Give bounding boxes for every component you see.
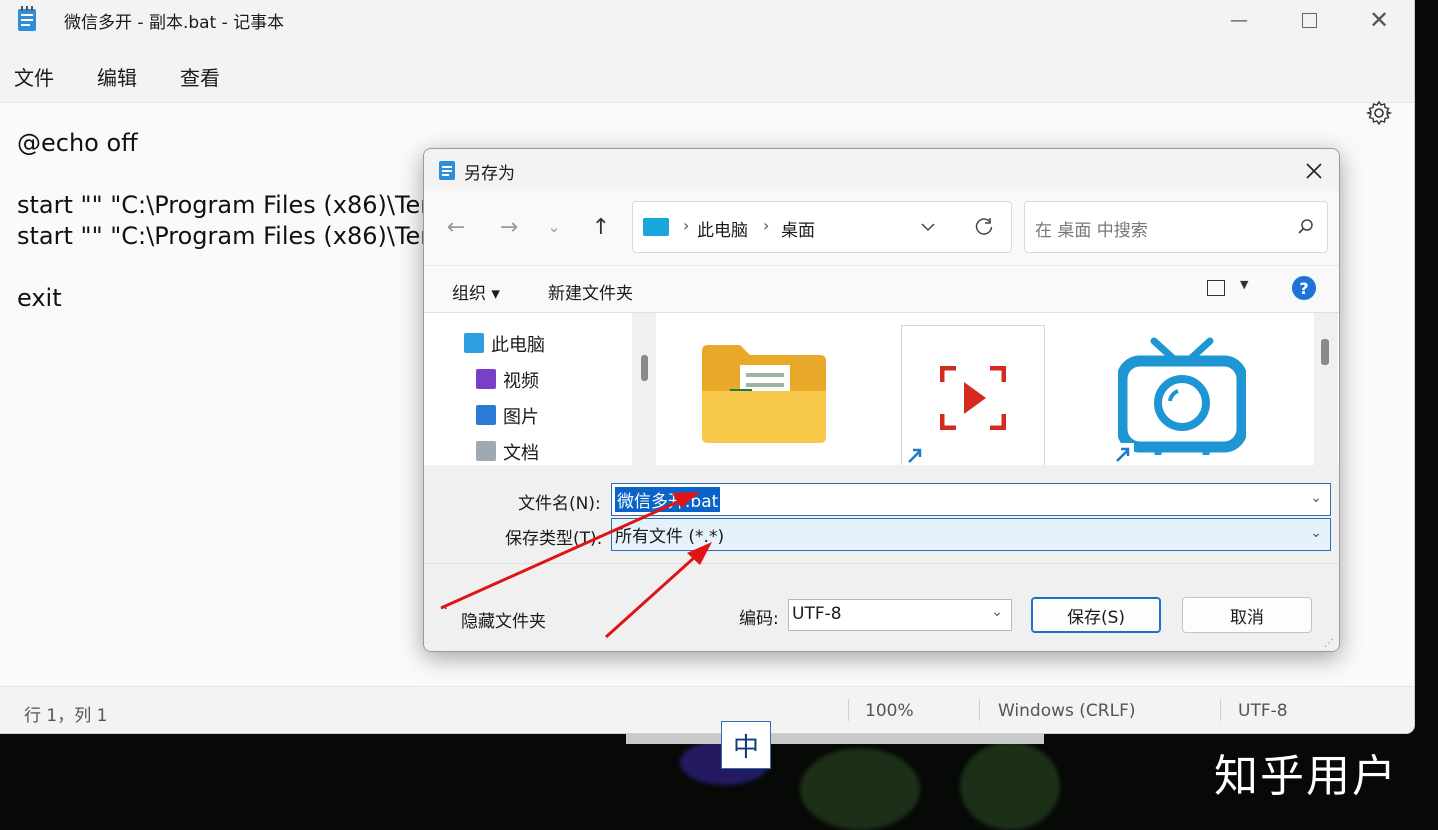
maximize-button[interactable] <box>1274 0 1344 40</box>
menu-edit[interactable]: 编辑 <box>97 62 137 91</box>
status-divider <box>848 699 849 721</box>
minimize-button[interactable]: — <box>1204 0 1274 40</box>
dialog-titlebar[interactable]: 另存为 <box>424 149 1339 191</box>
filename-value: 微信多开.bat <box>615 487 721 512</box>
navigation-bar: ← → ⌄ ↑ › 此电脑 › 桌面 在 桌面 中搜索 <box>424 191 1339 265</box>
background-window-strip <box>626 733 1044 744</box>
settings-gear-icon[interactable] <box>1366 100 1392 126</box>
address-bar[interactable]: › 此电脑 › 桌面 <box>632 201 1012 253</box>
save-as-dialog: 另存为 ← → ⌄ ↑ › 此电脑 › 桌面 在 桌面 中搜索 组织 ▾ 新建文… <box>423 148 1340 652</box>
chevron-down-icon[interactable]: ⌄ <box>1310 525 1322 541</box>
filetype-label: 保存类型(T): <box>505 529 603 549</box>
status-encoding: UTF-8 <box>1238 701 1288 721</box>
encoding-select[interactable]: UTF-8 ⌄ <box>788 599 1012 631</box>
file-fields: 文件名(N): 微信多开.bat ⌄ 保存类型(T): 所有文件 (*.*) ⌄ <box>424 465 1339 563</box>
encoding-label: 编码: <box>739 609 779 629</box>
dropdown-chevron-icon[interactable] <box>919 218 937 236</box>
file-browser: 此电脑 视频 图片 文档 X <box>424 312 1339 467</box>
new-folder-button[interactable]: 新建文件夹 <box>548 279 633 304</box>
resize-grip-icon[interactable]: ⋰ <box>1324 638 1334 649</box>
wallpaper-leaf <box>960 742 1060 830</box>
dialog-title: 另存为 <box>464 164 515 184</box>
filetype-select[interactable]: 所有文件 (*.*) ⌄ <box>611 518 1331 551</box>
organize-menu[interactable]: 组织 ▾ <box>452 279 500 304</box>
breadcrumb-chevron-icon: › <box>763 216 770 235</box>
close-icon: ✕ <box>1368 6 1390 34</box>
this-pc-icon <box>643 218 669 236</box>
filename-label: 文件名(N): <box>518 494 601 514</box>
filetype-value: 所有文件 (*.*) <box>615 527 725 547</box>
screen-record-play-icon <box>940 366 1006 430</box>
tree-item-this-pc[interactable]: 此电脑 <box>491 331 545 357</box>
back-arrow-icon[interactable]: ← <box>442 213 470 241</box>
status-divider <box>979 699 980 721</box>
search-icon[interactable] <box>1297 218 1315 236</box>
menu-view[interactable]: 查看 <box>180 62 220 91</box>
notepad-icon <box>439 161 455 180</box>
forward-arrow-icon[interactable]: → <box>495 213 523 241</box>
close-button[interactable]: ✕ <box>1344 0 1414 40</box>
scrollbar-thumb[interactable] <box>641 355 648 381</box>
menu-file[interactable]: 文件 <box>14 62 54 91</box>
close-icon[interactable] <box>1302 159 1326 183</box>
status-divider <box>1220 699 1221 721</box>
search-placeholder: 在 桌面 中搜索 <box>1035 221 1148 241</box>
notepad-icon <box>18 6 36 31</box>
tree-item-documents[interactable]: 文档 <box>503 439 539 465</box>
view-dropdown-icon[interactable]: ▼ <box>1240 278 1248 291</box>
save-button[interactable]: 保存(S) <box>1031 597 1161 633</box>
filename-input[interactable]: 微信多开.bat ⌄ <box>611 483 1331 516</box>
tv-app-shortcut[interactable] <box>1112 325 1254 465</box>
scrollbar-thumb[interactable] <box>1321 339 1329 365</box>
breadcrumb-desktop[interactable]: 桌面 <box>781 216 815 241</box>
documents-icon <box>476 441 496 461</box>
status-zoom: 100% <box>865 701 914 721</box>
recent-locations-chevron-icon[interactable]: ⌄ <box>540 213 568 241</box>
wallpaper-leaf <box>800 748 920 830</box>
notepad-titlebar[interactable]: 微信多开 - 副本.bat - 记事本 — ✕ <box>0 0 1414 40</box>
status-line-ending: Windows (CRLF) <box>998 701 1136 721</box>
this-pc-icon <box>464 333 484 353</box>
chevron-up-icon[interactable]: ⌃ <box>438 604 450 620</box>
files-scrollbar[interactable] <box>1314 313 1338 465</box>
excel-folder-icon[interactable]: X <box>700 341 828 445</box>
pictures-icon <box>476 405 496 425</box>
breadcrumb-chevron-icon: › <box>683 216 690 235</box>
help-icon[interactable]: ? <box>1292 276 1316 300</box>
search-box[interactable]: 在 桌面 中搜索 <box>1024 201 1328 253</box>
refresh-icon[interactable] <box>973 216 995 238</box>
view-options-icon[interactable] <box>1207 280 1225 296</box>
chevron-down-icon[interactable]: ⌄ <box>991 604 1003 620</box>
recorder-shortcut[interactable] <box>901 325 1045 467</box>
dialog-toolbar: 组织 ▾ 新建文件夹 ▼ ? <box>424 265 1339 312</box>
status-bar: 行 1，列 1 100% Windows (CRLF) UTF-8 <box>0 686 1414 733</box>
menu-bar: 文件 编辑 查看 <box>0 40 1414 126</box>
tree-item-pictures[interactable]: 图片 <box>503 403 539 429</box>
minimize-icon: — <box>1230 9 1248 31</box>
status-position: 行 1，列 1 <box>24 706 108 726</box>
up-arrow-icon[interactable]: ↑ <box>587 213 615 241</box>
tree-item-videos[interactable]: 视频 <box>503 367 539 393</box>
shortcut-arrow-icon <box>1112 443 1134 465</box>
chevron-down-icon[interactable]: ⌄ <box>1310 490 1322 506</box>
cancel-button[interactable]: 取消 <box>1182 597 1312 633</box>
encoding-value: UTF-8 <box>792 604 842 624</box>
tree-scrollbar[interactable] <box>632 313 656 465</box>
hide-folders-toggle[interactable]: 隐藏文件夹 <box>461 607 546 632</box>
maximize-icon <box>1301 12 1317 28</box>
dialog-footer: ⌃ 隐藏文件夹 编码: UTF-8 ⌄ 保存(S) 取消 ⋰ <box>424 563 1339 651</box>
watermark-text: 知乎用户 <box>1214 751 1398 802</box>
notepad-title: 微信多开 - 副本.bat - 记事本 <box>64 13 285 33</box>
tv-camera-icon <box>1118 337 1246 455</box>
shortcut-arrow-icon <box>904 444 926 466</box>
breadcrumb-this-pc[interactable]: 此电脑 <box>697 216 748 241</box>
ime-indicator[interactable]: 中 <box>721 721 771 769</box>
videos-icon <box>476 369 496 389</box>
text-editor-area[interactable]: @echo off start "" "C:\Program Files (x8… <box>17 128 449 314</box>
